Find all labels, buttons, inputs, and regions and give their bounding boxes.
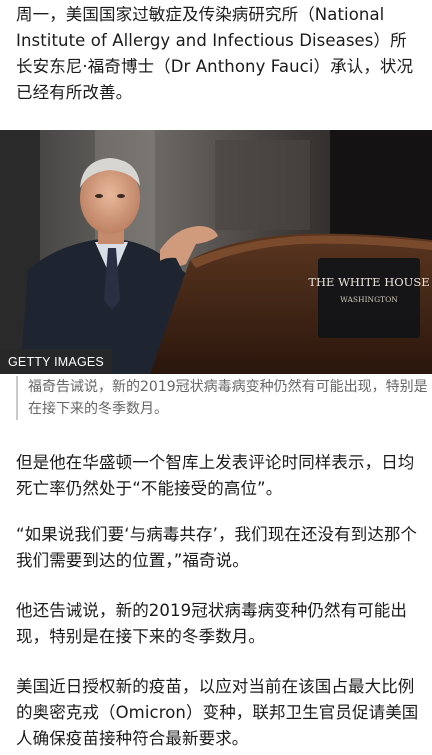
- photo-illustration: THE WHITE HOUSE WASHINGTON: [0, 130, 432, 374]
- image-credit: GETTY IMAGES: [0, 349, 112, 374]
- body-paragraph: 美国近日授权新的疫苗，以应对当前在该国占最大比例的奥密克戎（Omicron）变种…: [16, 677, 419, 748]
- article-photo: THE WHITE HOUSE WASHINGTON GETTY IMAGES: [0, 130, 432, 374]
- body-paragraph: “如果说我们要‘与病毒共存’，我们现在还没有到达那个我们需要到达的位置，”福奇说…: [16, 525, 418, 570]
- body-paragraph: 但是他在华盛顿一个智库上发表评论时同样表示，日均死亡率仍然处于“不能接受的高位”…: [16, 453, 415, 498]
- intro-paragraph: 周一，美国国家过敏症及传染病研究所（National Institute of …: [16, 5, 414, 102]
- image-caption: 福奇告诫说，新的2019冠状病毒病变种仍然有可能出现，特别是在接下来的冬季数月。: [16, 376, 428, 420]
- body-paragraph: 他还告诫说，新的2019冠状病毒病变种仍然有可能出现，特别是在接下来的冬季数月。: [16, 601, 407, 646]
- podium-sign-line2: WASHINGTON: [340, 295, 398, 304]
- podium-sign-line1: THE WHITE HOUSE: [308, 275, 429, 289]
